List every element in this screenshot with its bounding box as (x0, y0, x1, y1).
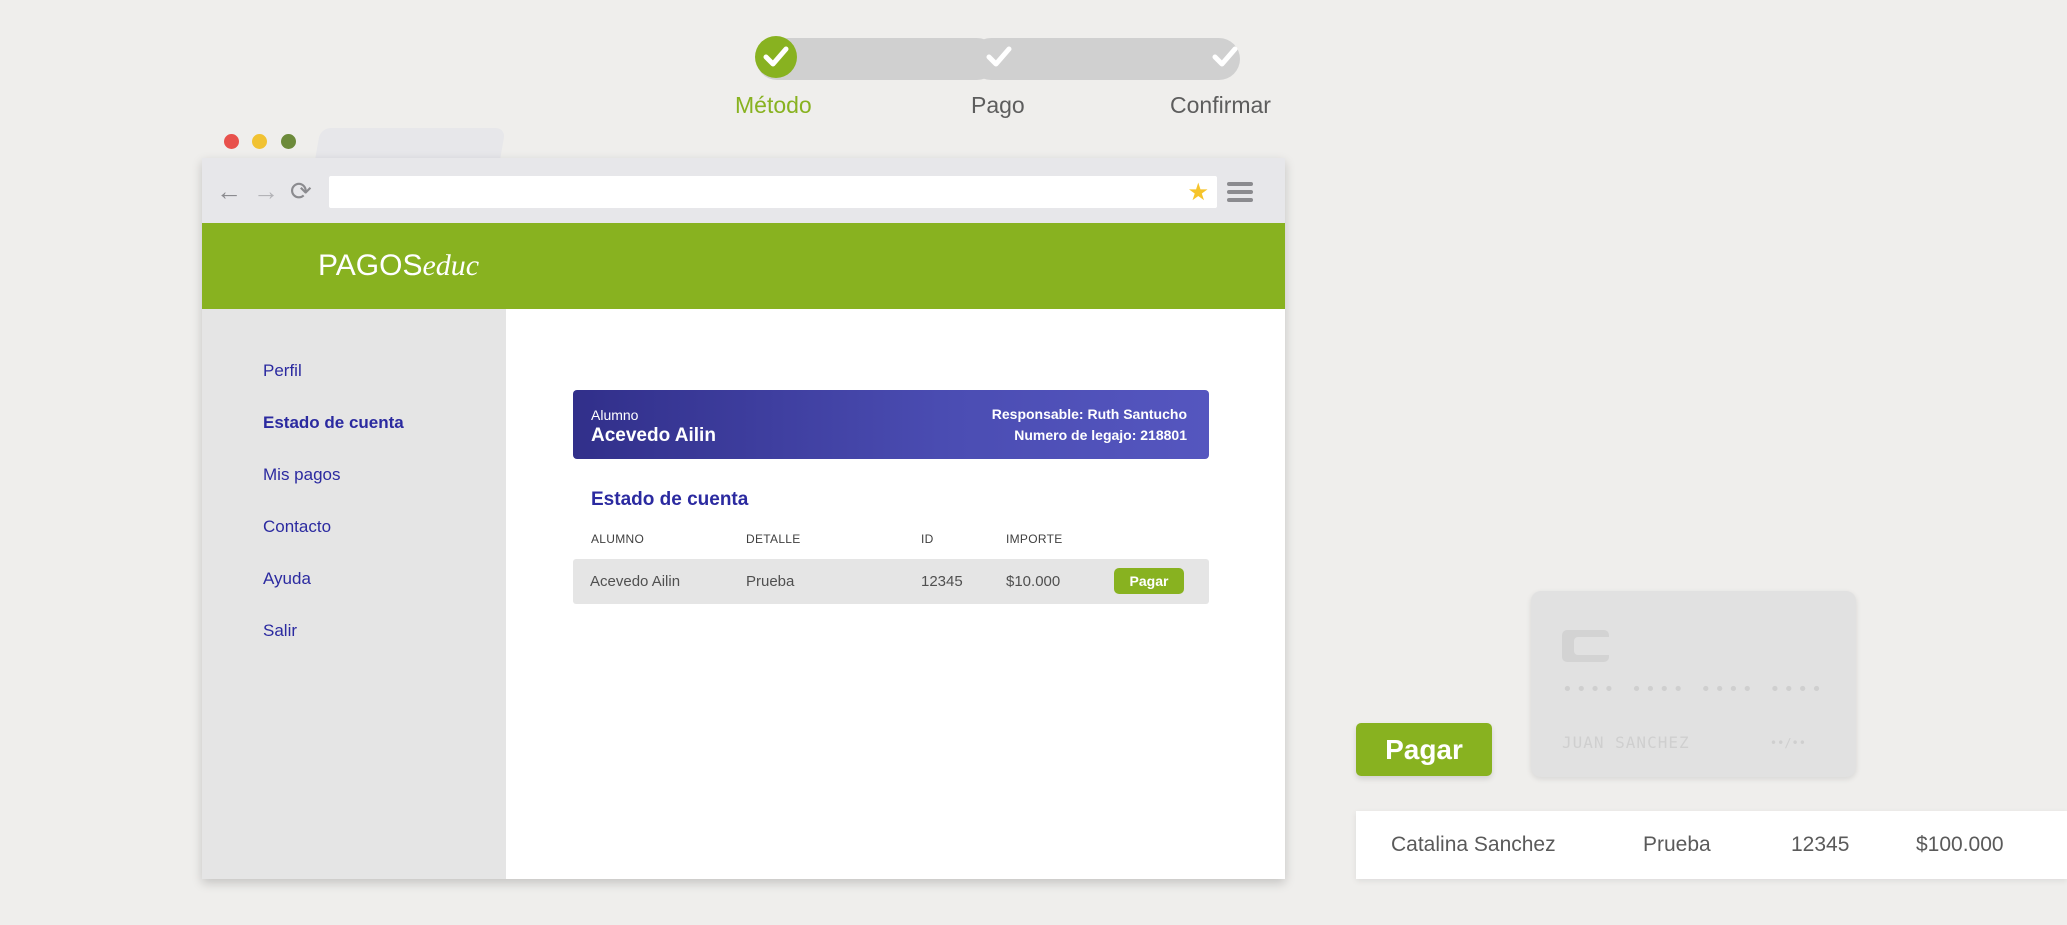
address-bar[interactable]: ★ (329, 176, 1217, 208)
reload-icon[interactable]: ⟳ (290, 178, 312, 204)
browser-window: ← → ⟳ ★ PAGOSeduc Perfil Estado de cuent… (202, 158, 1285, 879)
back-arrow-icon[interactable]: ← (216, 178, 242, 204)
menu-icon[interactable] (1227, 182, 1253, 206)
row-detalle: Prueba (1643, 833, 1711, 856)
step-label-pago: Pago (971, 92, 1025, 118)
window-controls (224, 134, 305, 154)
cell-importe: $10.000 (1006, 573, 1061, 590)
sidebar-item-contacto[interactable]: Contacto (263, 517, 331, 537)
table-header-detalle: DETALLE (746, 532, 801, 546)
row-name: Catalina Sanchez (1391, 833, 1556, 856)
sidebar-item-mis-pagos[interactable]: Mis pagos (263, 465, 340, 485)
table-header-alumno: ALUMNO (591, 532, 645, 546)
main-content: Alumno Acevedo Ailin Responsable: Ruth S… (506, 309, 1285, 879)
step-confirmar-check-icon (1204, 36, 1246, 78)
sidebar-item-estado-de-cuenta[interactable]: Estado de cuenta (263, 413, 404, 433)
table-header-importe: IMPORTE (1006, 532, 1063, 546)
student-name: Acevedo Ailin (591, 425, 716, 446)
card-holder: JUAN SANCHEZ (1562, 733, 1690, 752)
table-row: Acevedo Ailin Prueba 12345 $10.000 Pagar (573, 559, 1209, 604)
student-label: Alumno (591, 407, 639, 423)
section-title: Estado de cuenta (591, 489, 749, 510)
credit-card-illustration: •••• •••• •••• •••• JUAN SANCHEZ ••/•• (1531, 591, 1856, 777)
sidebar-item-ayuda[interactable]: Ayuda (263, 569, 311, 589)
maximize-window-dot[interactable] (280, 134, 296, 149)
student-card: Alumno Acevedo Ailin Responsable: Ruth S… (573, 390, 1209, 459)
step-label-metodo: Método (735, 92, 812, 118)
browser-toolbar: ← → ⟳ ★ (202, 158, 1285, 223)
logo-italic-text: educ (422, 249, 480, 282)
star-icon[interactable]: ★ (1187, 178, 1209, 207)
legajo-text: Numero de legajo: 218801 (1014, 427, 1187, 443)
step-label-confirmar: Confirmar (1170, 92, 1271, 118)
logo-bold-text: PAGOS (318, 249, 423, 282)
table-header-id: ID (921, 532, 934, 546)
card-expiry: ••/•• (1769, 736, 1806, 750)
row-id: 12345 (1791, 833, 1850, 856)
step-pago-check-icon (978, 36, 1020, 78)
sidebar: Perfil Estado de cuenta Mis pagos Contac… (202, 309, 506, 879)
sidebar-item-perfil[interactable]: Perfil (263, 361, 302, 381)
responsable-text: Responsable: Ruth Santucho (991, 406, 1187, 422)
app-header: PAGOSeduc (202, 223, 1285, 309)
checkout-stepper: Método Pago Confirmar (730, 30, 1285, 130)
card-chip-icon (1562, 630, 1609, 662)
forward-arrow-icon[interactable]: → (253, 178, 279, 204)
row-importe: $100.000 (1916, 833, 2004, 856)
pay-row-button[interactable]: Pagar (1114, 568, 1184, 594)
minimize-window-dot[interactable] (252, 134, 268, 149)
app-logo[interactable]: PAGOSeduc (318, 249, 479, 283)
close-window-dot[interactable] (224, 134, 239, 149)
card-number: •••• •••• •••• •••• (1562, 679, 1825, 700)
step-metodo-check-icon (755, 36, 797, 78)
cell-detalle: Prueba (746, 573, 795, 590)
cell-id: 12345 (921, 573, 963, 590)
payment-row-large: Catalina Sanchez Prueba 12345 $100.000 (1356, 811, 2067, 879)
cell-alumno: Acevedo Ailin (590, 573, 681, 590)
browser-tab[interactable] (315, 128, 506, 158)
pay-button-large[interactable]: Pagar (1356, 723, 1492, 776)
sidebar-item-salir[interactable]: Salir (263, 621, 297, 641)
